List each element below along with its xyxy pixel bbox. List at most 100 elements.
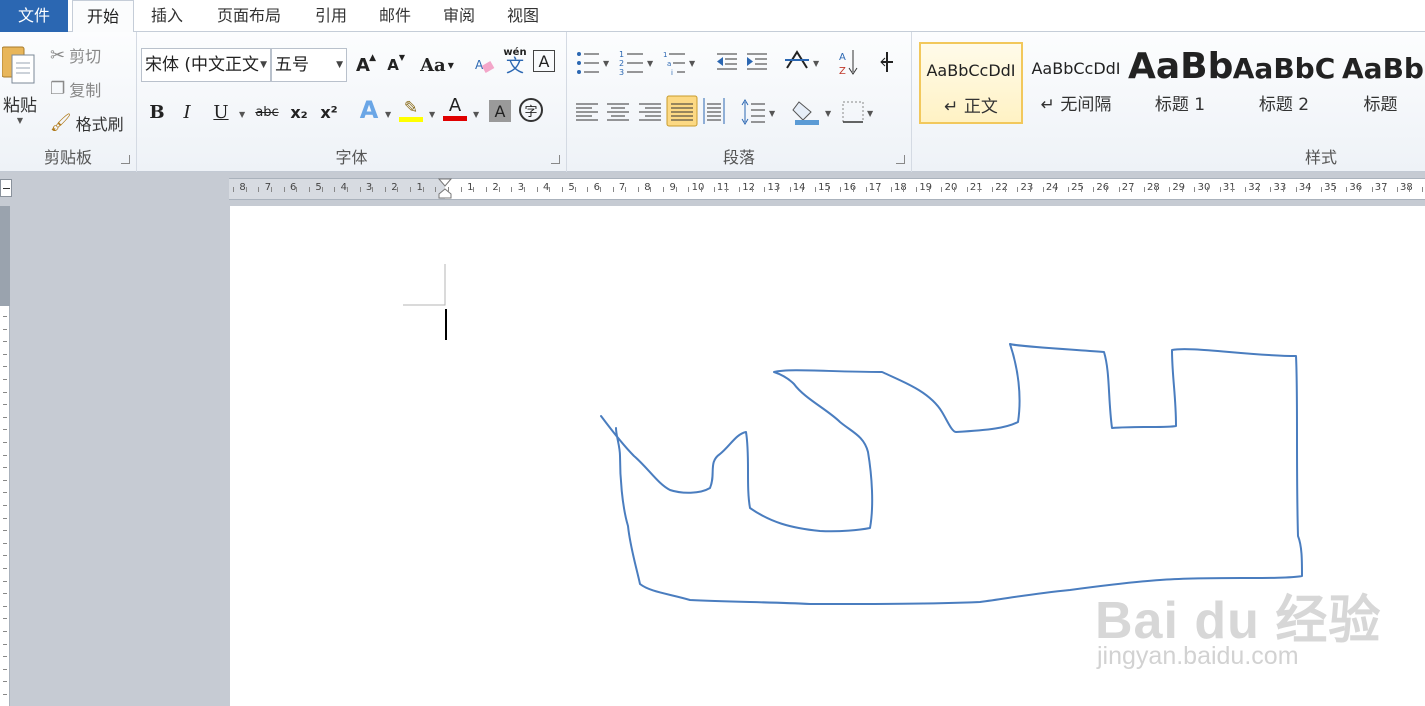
font-color-button[interactable]: A [441, 94, 469, 122]
align-left-icon[interactable] [576, 103, 598, 121]
sort-icon[interactable]: A Z [839, 50, 858, 77]
align-center-icon[interactable] [607, 103, 629, 121]
tab-insert[interactable]: 插入 [136, 0, 198, 32]
line-spacing-icon[interactable]: ▼ [741, 99, 776, 125]
tab-selector[interactable] [0, 179, 12, 197]
ruler-tick [1320, 187, 1322, 192]
font-name-dropdown-icon[interactable]: ▼ [260, 49, 267, 81]
svg-text:▼: ▼ [603, 59, 610, 68]
paste-dropdown-icon[interactable]: ▼ [17, 116, 23, 125]
tab-review[interactable]: 审阅 [428, 0, 490, 32]
ruler-number: 28 [1147, 182, 1160, 193]
ruler-tick [1156, 187, 1158, 192]
style-heading-2-name: 标题 2 [1258, 95, 1310, 115]
character-shading-button[interactable]: A [489, 100, 511, 122]
ruler-tick [308, 187, 310, 192]
horizontal-ruler[interactable]: 8 7 6 5 4 3 2 1 1 2 3 4 5 6 7 8 9 10 11 12 13 14 15 16 17 18 19 20 2… [229, 178, 1425, 200]
ruler-tick [890, 187, 892, 192]
highlight-button[interactable]: ✎ [397, 96, 425, 124]
style-normal-name: ↵ 正文 [944, 97, 998, 117]
align-right-icon[interactable] [639, 103, 661, 121]
style-heading-2[interactable]: AaBbC 标题 2 [1232, 42, 1336, 124]
clear-format-button[interactable]: A [471, 51, 499, 79]
ruler-tick [625, 187, 627, 192]
ruler-number: 25 [1071, 182, 1084, 193]
justify-icon[interactable] [666, 95, 698, 127]
tab-references[interactable]: 引用 [300, 0, 362, 32]
font-size-dropdown-icon[interactable]: ▼ [336, 49, 343, 81]
borders-icon[interactable]: ▼ [842, 101, 874, 123]
clipboard-dialog-launcher-icon[interactable] [121, 155, 130, 164]
style-no-spacing-preview: AaBbCcDdI [1031, 59, 1121, 78]
change-case-button[interactable]: Aa ▼ [419, 51, 455, 79]
ruler-tick [3, 505, 7, 506]
character-border-button[interactable]: A [533, 50, 555, 72]
distributed-icon[interactable] [703, 98, 725, 124]
tab-view[interactable]: 视图 [492, 0, 554, 32]
bullets-icon[interactable]: ▼ [577, 52, 610, 74]
style-heading-1[interactable]: AaBb 标题 1 [1128, 42, 1232, 124]
ruler-tick [1282, 187, 1284, 192]
strikethrough-button[interactable]: abc [251, 98, 283, 126]
ruler-tick [233, 187, 234, 192]
numbering-icon[interactable]: 1 2 3 ▼ [619, 50, 654, 77]
svg-text:1: 1 [619, 50, 624, 59]
ruler-tick [852, 187, 854, 192]
svg-text:▼: ▼ [813, 59, 820, 68]
copy-button[interactable]: ❐ 复制 [50, 76, 101, 102]
format-painter-button[interactable]: 🖌 格式刷 [50, 110, 124, 136]
ruler-tick [966, 187, 968, 192]
ruler-number: 36 [1349, 182, 1363, 193]
paragraph-dialog-launcher-icon[interactable] [896, 155, 905, 164]
change-case-icon: Aa [420, 54, 446, 76]
copy-icon: ❐ [50, 79, 66, 99]
font-size-combo[interactable]: 五号 ▼ [271, 48, 347, 82]
tab-page-layout[interactable]: 页面布局 [204, 0, 294, 32]
show-formatting-marks-icon[interactable] [880, 52, 893, 72]
bold-button[interactable]: B [143, 98, 171, 126]
underline-button[interactable]: U [207, 98, 235, 126]
tab-file[interactable]: 文件 [0, 0, 68, 32]
italic-button[interactable]: I [173, 98, 201, 126]
chinese-layout-icon[interactable]: ▼ [785, 50, 820, 69]
shading-icon[interactable]: ▼ [792, 101, 832, 125]
style-no-spacing[interactable]: AaBbCcDdI ↵ 无间隔 [1024, 42, 1128, 124]
enclose-characters-icon: 字 [524, 104, 538, 120]
ruler-tick [283, 187, 285, 192]
ruler-tick [1219, 187, 1221, 192]
cut-button[interactable]: ✂ 剪切 [50, 42, 101, 68]
font-color-dropdown-icon[interactable]: ▼ [473, 110, 479, 119]
paste-button[interactable]: 粘贴 ▼ [0, 38, 40, 130]
enclose-characters-button[interactable]: 字 [519, 98, 543, 122]
underline-dropdown-icon[interactable]: ▼ [239, 110, 245, 119]
increase-indent-icon[interactable] [747, 53, 767, 70]
clipboard-group-label: 剪贴板 [43, 148, 92, 167]
tab-home[interactable]: 开始 [72, 0, 134, 33]
ruler-tick [776, 187, 778, 192]
ruler-number: 11 [716, 182, 730, 193]
multilevel-list-icon[interactable]: 1 a i ▼ [663, 51, 696, 77]
style-heading-1-preview: AaBb [1128, 46, 1232, 86]
superscript-button[interactable]: x² [315, 98, 343, 126]
shrink-font-button[interactable]: A ▼ [379, 51, 407, 79]
ruler-tick [3, 442, 7, 443]
text-effects-button[interactable]: A [355, 96, 383, 124]
font-name-combo[interactable]: 宋体 (中文正文 ▼ [141, 48, 271, 82]
copy-label: 复制 [69, 81, 102, 100]
ruler-tick [814, 187, 816, 192]
text-effects-dropdown-icon[interactable]: ▼ [385, 110, 391, 119]
highlight-dropdown-icon[interactable]: ▼ [429, 110, 435, 119]
decrease-indent-icon[interactable] [717, 53, 737, 70]
grow-font-button[interactable]: A ▲ [349, 51, 377, 79]
strikethrough-icon: abc [255, 104, 279, 120]
style-normal[interactable]: AaBbCcDdI ↵ 正文 [919, 42, 1023, 124]
subscript-button[interactable]: x₂ [285, 98, 313, 126]
indent-marker-icon[interactable] [438, 178, 452, 200]
svg-text:▼: ▼ [825, 109, 832, 118]
phonetic-guide-button[interactable]: wén 文 [501, 48, 529, 76]
tab-mailings[interactable]: 邮件 [364, 0, 426, 32]
italic-icon: I [183, 101, 191, 123]
font-dialog-launcher-icon[interactable] [551, 155, 560, 164]
style-title[interactable]: AaBbC 标题 [1336, 42, 1425, 124]
freehand-ship-drawing[interactable] [600, 343, 1303, 605]
